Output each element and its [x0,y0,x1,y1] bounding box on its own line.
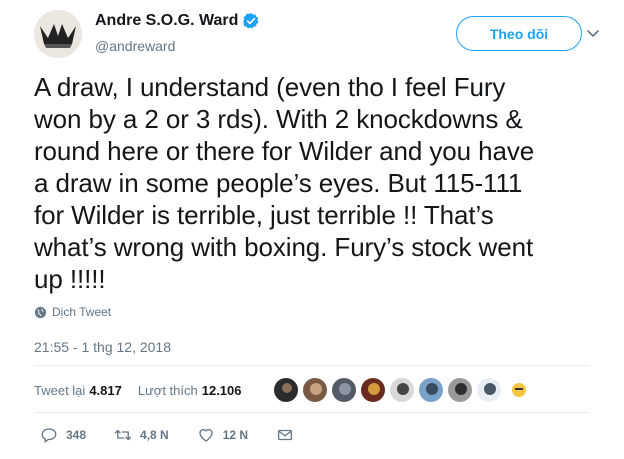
liker-avatar[interactable] [302,377,328,403]
retweet-icon [114,429,132,441]
reply-count: 348 [66,428,87,442]
liker-avatar[interactable] [360,377,386,403]
likes-label[interactable]: Lượt thích [138,383,198,398]
tweet-line: what’s wrong with boxing. Fury’s stock w… [34,232,534,262]
liker-avatar[interactable] [331,377,357,403]
direct-message-button[interactable] [276,426,302,444]
verified-badge-icon [243,13,259,29]
liker-avatars [273,377,534,403]
tweet-line: for Wilder is terrible, just terrible !!… [34,200,494,230]
translate-tweet-link[interactable]: Dịch Tweet [34,305,111,319]
retweet-count: 4,8 N [140,428,169,442]
liker-avatar[interactable] [505,377,531,403]
translate-label[interactable]: Dịch Tweet [52,305,111,319]
globe-icon [34,306,47,318]
liker-avatar[interactable] [476,377,502,403]
author-avatar[interactable] [34,10,82,58]
tweet-text: A draw, I understand (even tho I feel Fu… [34,71,594,295]
tweet-timestamp[interactable]: 21:55 - 1 thg 12, 2018 [34,339,171,355]
author-handle[interactable]: @andreward [95,38,175,54]
retweet-button[interactable]: 4,8 N [114,426,169,444]
follow-button[interactable]: Theo dõi [456,16,582,51]
envelope-icon [278,429,293,441]
tweet-line: A draw, I understand (even tho I feel Fu… [34,72,506,102]
retweets-count[interactable]: 4.817 [89,383,122,398]
liker-avatar[interactable] [389,377,415,403]
like-count: 12 N [222,428,249,442]
reply-button[interactable]: 348 [40,426,86,444]
reply-icon [41,428,57,444]
liker-avatar[interactable] [273,377,299,403]
tweet-line: a draw in some people’s eyes. But 115-11… [34,168,523,198]
author-display-name[interactable]: Andre S.O.G. Ward [95,12,238,30]
retweets-label[interactable]: Tweet lại [34,383,85,398]
tweet-line: won by a 2 or 3 rds). With 2 knockdowns … [34,104,523,134]
tweet-header: Andre S.O.G. Ward @andreward Theo dõi [34,10,604,60]
likes-count[interactable]: 12.106 [202,383,242,398]
like-button[interactable]: 12 N [197,426,248,444]
tweet-actions: 348 4,8 N 12 N [40,426,330,444]
chevron-down-icon[interactable] [586,26,600,40]
heart-icon [199,428,213,442]
tweet-line: round here or there for Wilder and you h… [34,136,535,166]
author-name-row[interactable]: Andre S.O.G. Ward [95,12,260,30]
liker-avatar[interactable] [418,377,444,403]
tweet-stats: Tweet lại 4.817 Lượt thích 12.106 [34,375,258,405]
tweet-line: up !!!!! [34,264,106,294]
divider [34,412,590,413]
liker-avatar[interactable] [447,377,473,403]
divider [34,365,590,366]
crown-logo-icon [34,10,82,58]
